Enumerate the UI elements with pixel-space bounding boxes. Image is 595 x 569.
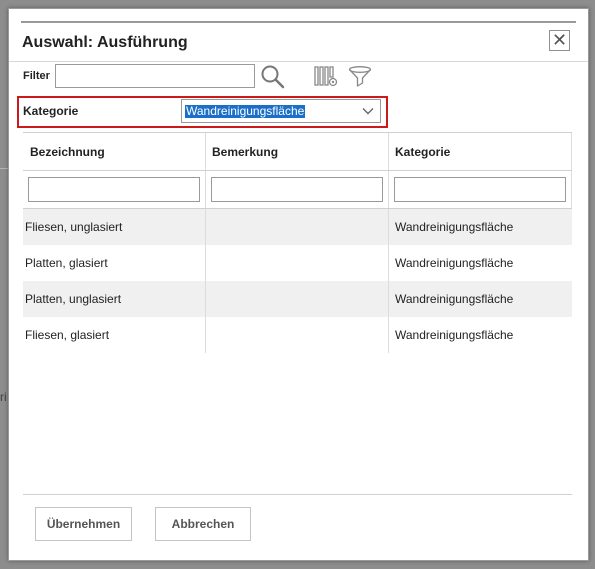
header-bemerkung[interactable]: Bemerkung: [205, 133, 388, 171]
funnel-icon[interactable]: [347, 65, 373, 89]
cell-bezeichnung: Fliesen, glasiert: [25, 328, 110, 342]
cell-kategorie: Wandreinigungsfläche: [395, 220, 514, 234]
cell-bezeichnung: Platten, unglasiert: [25, 292, 122, 306]
filter-bemerkung-input[interactable]: [211, 177, 383, 202]
cell-kategorie: Wandreinigungsfläche: [395, 292, 514, 306]
selection-dialog: Auswahl: Ausführung ✕ Filter Kategorie W…: [8, 8, 589, 561]
dialog-top-border: [21, 21, 576, 23]
filter-label: Filter: [23, 70, 50, 82]
table-row[interactable]: Fliesen, glasiert Wandreinigungsfläche: [23, 317, 572, 353]
background-text-fragment: ri: [0, 390, 7, 404]
cell-bemerkung: [206, 209, 208, 245]
kategorie-select[interactable]: Wandreinigungsfläche: [181, 99, 381, 123]
header-kategorie[interactable]: Kategorie: [388, 133, 572, 171]
kategorie-selected-value: Wandreinigungsfläche: [185, 104, 306, 118]
cell-kategorie: Wandreinigungsfläche: [395, 256, 514, 270]
filter-input[interactable]: [55, 64, 255, 88]
header-bottom-border: [23, 170, 572, 171]
kategorie-label: Kategorie: [23, 104, 79, 118]
column-chooser-icon[interactable]: [313, 65, 339, 89]
table-row[interactable]: Platten, unglasiert Wandreinigungsfläche: [23, 281, 572, 317]
apply-button[interactable]: Übernehmen: [35, 507, 132, 541]
footer-separator: [23, 494, 572, 495]
search-icon[interactable]: [260, 64, 286, 90]
cell-bemerkung: [206, 317, 208, 353]
column-divider: [205, 133, 206, 209]
header-bezeichnung[interactable]: Bezeichnung: [23, 133, 205, 171]
dialog-title: Auswahl: Ausführung: [22, 34, 188, 51]
cell-kategorie: Wandreinigungsfläche: [395, 328, 514, 342]
cell-bezeichnung: Platten, glasiert: [25, 256, 108, 270]
column-divider: [388, 209, 389, 353]
chevron-down-icon: [362, 108, 374, 115]
cell-bemerkung: [206, 281, 208, 317]
column-divider: [388, 133, 389, 209]
filter-bezeichnung-input[interactable]: [28, 177, 200, 202]
column-divider: [205, 209, 206, 353]
close-icon: ✕: [551, 30, 568, 50]
close-button[interactable]: ✕: [549, 30, 570, 51]
filter-kategorie-input[interactable]: [394, 177, 566, 202]
cell-bezeichnung: Fliesen, unglasiert: [25, 220, 123, 234]
table-row[interactable]: Fliesen, unglasiert Wandreinigungsfläche: [23, 209, 572, 245]
table-row[interactable]: Platten, glasiert Wandreinigungsfläche: [23, 245, 572, 281]
table-header-row: Bezeichnung Bemerkung Kategorie: [23, 133, 572, 171]
column-divider: [571, 133, 572, 209]
title-separator: [9, 61, 588, 62]
cancel-button[interactable]: Abbrechen: [155, 507, 251, 541]
cell-bemerkung: [206, 245, 208, 281]
